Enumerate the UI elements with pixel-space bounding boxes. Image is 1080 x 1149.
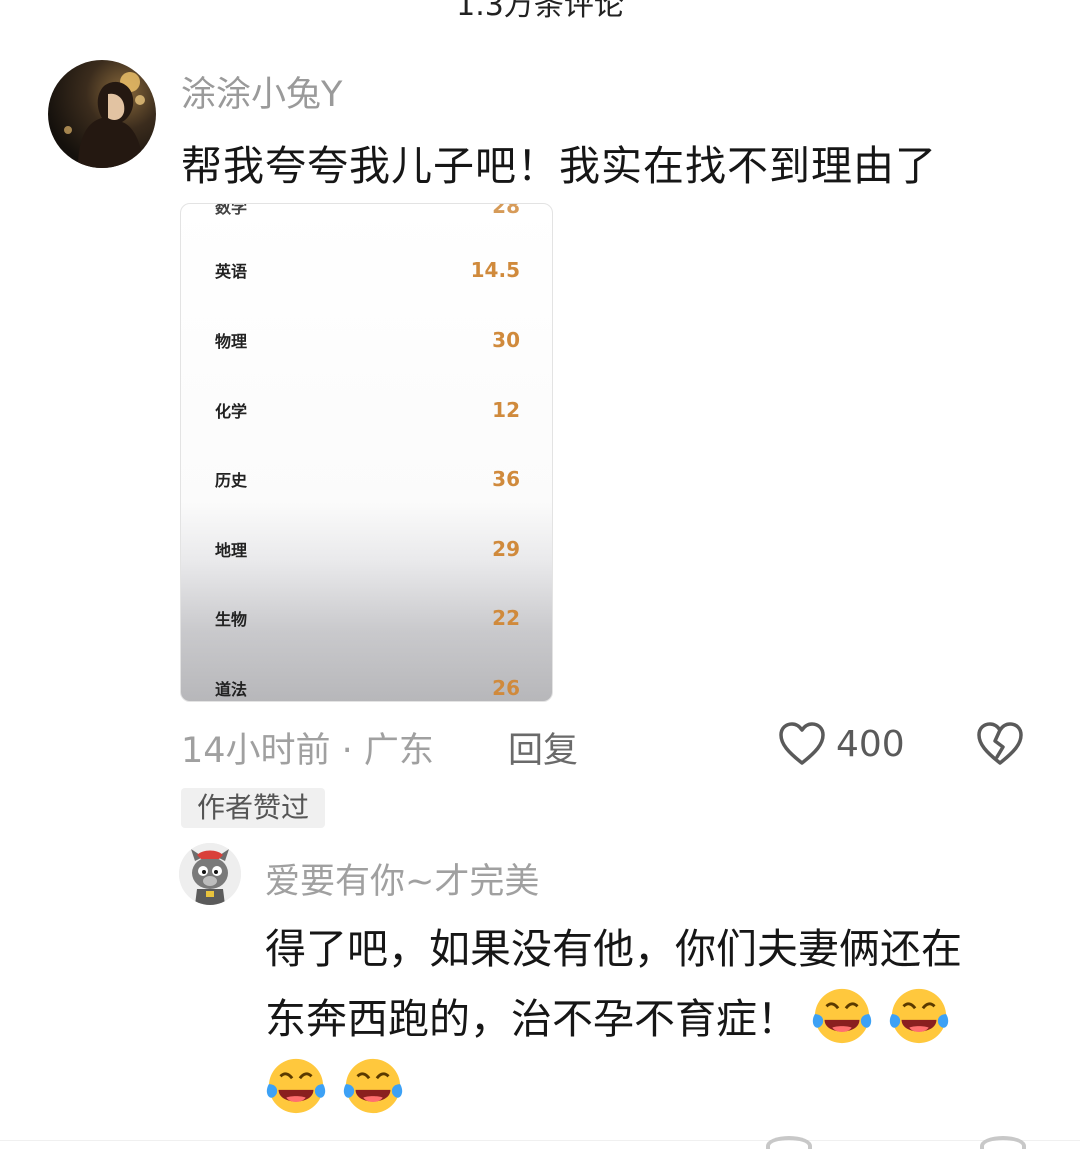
comment-time-location: 14小时前 · 广东 xyxy=(181,731,434,771)
comment-page: 1.3万条评论 涂涂小兔Y 帮我夸夸我儿子吧！我实在找不到理由了 数学 28 英… xyxy=(0,0,1080,1149)
score-subject: 地理 xyxy=(215,541,248,560)
score-subject: 生物 xyxy=(215,610,248,629)
score-subject: 英语 xyxy=(215,262,248,281)
score-row: 数学 28 xyxy=(181,203,552,226)
score-value: 28 xyxy=(492,203,520,218)
score-row: 物理 30 xyxy=(181,320,552,360)
score-value: 14.5 xyxy=(470,258,520,282)
heart-outline-icon[interactable] xyxy=(778,721,826,767)
reply-text-line: 东奔西跑的，治不孕不育症！ xyxy=(265,995,798,1043)
heart-outline-icon[interactable] xyxy=(766,1136,812,1149)
comment-text: 帮我夸夸我儿子吧！我实在找不到理由了 xyxy=(181,142,937,190)
reply-emoji-line xyxy=(265,1054,1055,1124)
next-comment-divider xyxy=(0,1140,1080,1149)
reply-text-line-with-emoji: 东奔西跑的，治不孕不育症！ xyxy=(265,984,1055,1054)
laughing-crying-emoji-icon xyxy=(812,988,872,1044)
author-liked-badge: 作者赞过 xyxy=(181,788,325,828)
reply-avatar[interactable] xyxy=(179,843,241,905)
score-subject: 历史 xyxy=(215,471,248,490)
laughing-crying-emoji-icon xyxy=(889,988,949,1044)
reply-text: 得了吧，如果没有他，你们夫妻俩还在 东奔西跑的，治不孕不育症！ xyxy=(265,914,1055,1124)
broken-heart-icon[interactable] xyxy=(976,721,1024,767)
broken-heart-icon[interactable] xyxy=(980,1136,1026,1149)
score-value: 26 xyxy=(492,676,520,700)
score-row: 生物 22 xyxy=(181,598,552,638)
score-row: 英语 14.5 xyxy=(181,250,552,290)
comment-image-score-list[interactable]: 数学 28 英语 14.5 物理 30 化学 12 历史 36 地理 29 生物… xyxy=(180,203,553,702)
score-subject: 物理 xyxy=(215,332,248,351)
score-subject: 道法 xyxy=(215,680,248,699)
avatar[interactable] xyxy=(48,60,156,168)
score-row: 地理 29 xyxy=(181,529,552,569)
score-value: 12 xyxy=(492,398,520,422)
grey-wolf-avatar-image xyxy=(179,843,241,905)
score-value: 29 xyxy=(492,537,520,561)
score-value: 30 xyxy=(492,328,520,352)
avatar-image xyxy=(64,72,145,168)
laughing-crying-emoji-icon xyxy=(343,1058,403,1114)
score-row: 化学 12 xyxy=(181,390,552,430)
laughing-crying-emoji-icon xyxy=(266,1058,326,1114)
comment-username[interactable]: 涂涂小兔Y xyxy=(181,66,342,117)
score-value: 22 xyxy=(492,606,520,630)
reply-button[interactable]: 回复 xyxy=(508,722,578,773)
score-row: 历史 36 xyxy=(181,459,552,499)
score-value: 36 xyxy=(492,467,520,491)
reply-text-line: 得了吧，如果没有他，你们夫妻俩还在 xyxy=(265,925,962,973)
reply-username[interactable]: 爱要有你~才完美 xyxy=(265,853,539,904)
like-count: 400 xyxy=(836,724,905,765)
score-subject: 化学 xyxy=(215,402,248,421)
score-subject: 数学 xyxy=(215,203,248,217)
comment-count-header: 1.3万条评论 xyxy=(456,0,624,23)
score-row: 道法 26 xyxy=(181,668,552,701)
